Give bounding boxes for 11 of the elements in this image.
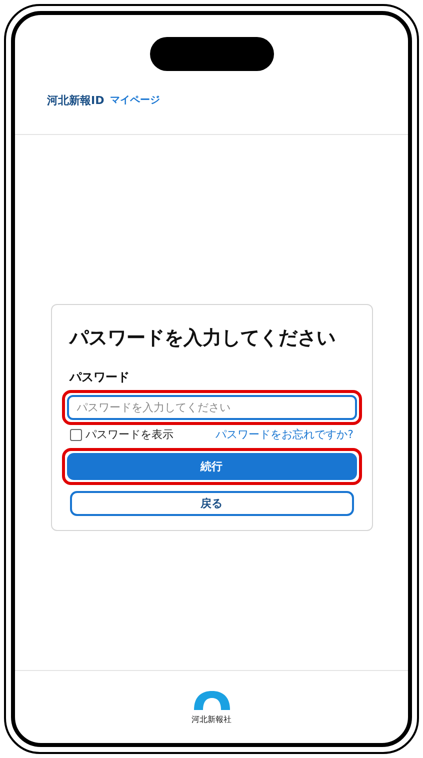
show-password-checkbox[interactable]: パスワードを表示	[70, 427, 174, 442]
card-title: パスワードを入力してください	[70, 326, 336, 351]
field-label: パスワード	[70, 369, 130, 386]
password-field[interactable]: パスワードを入力してください	[66, 395, 356, 420]
page-subtitle: マイページ	[110, 94, 160, 107]
logo-text: 河北新報社	[192, 714, 232, 724]
forgot-password-link[interactable]: パスワードをお忘れですか?	[216, 427, 354, 442]
back-button[interactable]: 戻る	[70, 491, 354, 516]
logo-icon	[192, 690, 232, 712]
continue-button[interactable]: 続行	[66, 453, 356, 480]
brand-title: 河北新報ID	[47, 93, 104, 108]
